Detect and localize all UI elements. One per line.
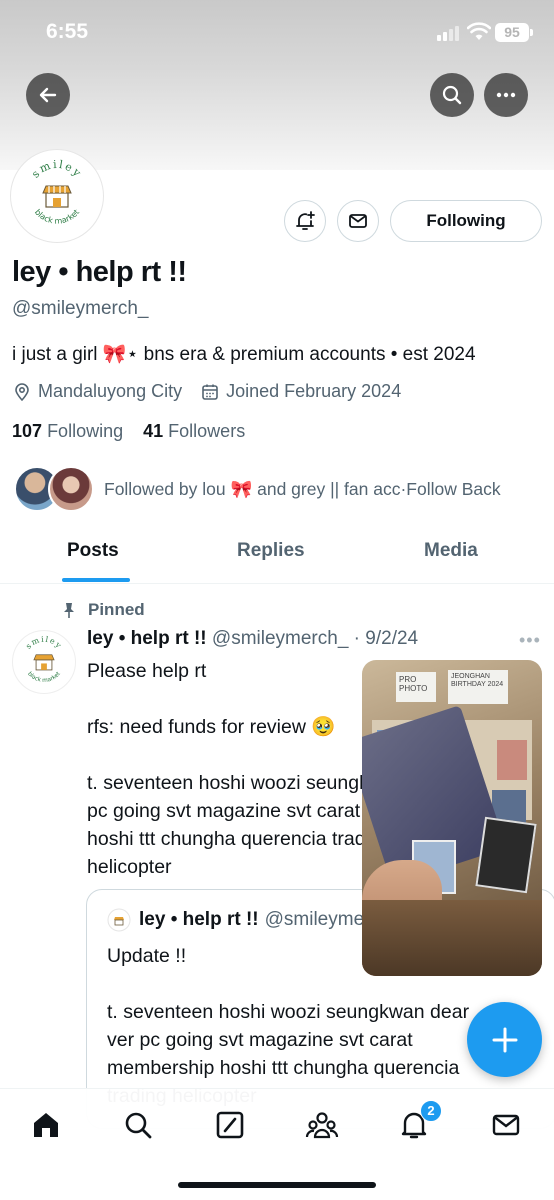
quote-header: ley • help rt !! @smileymerch_ (107, 908, 401, 932)
followed-by-row[interactable]: Followed by lou 🎀 and grey || fan acc·Fo… (14, 466, 501, 512)
search-icon (442, 85, 462, 105)
video-player-pip[interactable]: PRO PHOTO JEONGHAN BIRTHDAY 2024 (362, 660, 542, 976)
profile-tabs: Posts Replies Media (0, 528, 554, 584)
battery-icon: 95 (495, 23, 529, 42)
video-photocard (475, 816, 537, 894)
followers-label: Followers (168, 421, 246, 441)
follow-counts: 107 Following 41 Followers (12, 421, 245, 442)
profile-location: Mandaluyong City (38, 381, 183, 401)
video-card-label: PRO PHOTO (396, 672, 436, 702)
quote-author-name: ley • help rt !! (139, 909, 259, 930)
followers-count: 41 (143, 421, 164, 441)
search-icon (125, 1112, 152, 1139)
profile-joined: Joined February 2024 (226, 381, 402, 401)
profile-bio: i just a girl 🎀⋆ bns era & premium accou… (12, 344, 476, 365)
following-count: 107 (12, 421, 43, 441)
more-options-button[interactable] (484, 73, 528, 117)
profile-meta: Mandaluyong City Joined February 2024 (12, 381, 401, 402)
post-header: ley • help rt !! @smileymerch_ · 9/2/24 (87, 628, 418, 650)
smiley-logo: smiley black market (15, 154, 99, 238)
following-label: Following (47, 421, 124, 441)
wifi-icon (467, 22, 491, 40)
video-photocard (497, 740, 527, 780)
nav-search[interactable] (120, 1107, 156, 1143)
profile-avatar[interactable]: smiley black market (11, 150, 103, 242)
active-tab-indicator (62, 578, 130, 582)
mail-icon (349, 214, 367, 228)
video-card-label: JEONGHAN BIRTHDAY 2024 (448, 670, 508, 704)
more-horizontal-icon (496, 92, 516, 98)
pin-icon (64, 603, 74, 618)
tab-media[interactable]: Media (424, 540, 478, 562)
status-bar: 6:55 95 (0, 0, 554, 66)
followed-by-text: Followed by lou 🎀 and grey || fan acc·Fo… (104, 478, 501, 499)
tab-replies[interactable]: Replies (237, 540, 305, 562)
communities-icon (305, 1112, 339, 1139)
plus-icon (492, 1027, 517, 1052)
bell-plus-icon (296, 211, 315, 230)
follower-avatar (48, 466, 94, 512)
post-more-icon[interactable]: ••• (519, 630, 541, 651)
message-button[interactable] (337, 200, 379, 242)
nav-home[interactable] (28, 1107, 64, 1143)
post-author-handle: @smileymerch_ (211, 628, 349, 649)
video-table (362, 900, 542, 976)
search-button[interactable] (430, 73, 474, 117)
following-button[interactable]: Following (390, 200, 542, 242)
nav-grok[interactable] (212, 1107, 248, 1143)
post-date: · 9/2/24 (353, 628, 419, 649)
tab-posts[interactable]: Posts (67, 540, 119, 562)
post-author-avatar[interactable]: smiley black market (12, 630, 76, 694)
post-author-name[interactable]: ley • help rt !! (87, 628, 207, 649)
notify-button[interactable] (284, 200, 326, 242)
notification-badge: 2 (420, 1100, 442, 1122)
smiley-logo: smiley black market (13, 631, 75, 693)
mail-icon (492, 1114, 520, 1136)
cellular-signal-icon (437, 26, 459, 41)
following-link[interactable]: 107 Following (12, 421, 123, 441)
nav-messages[interactable] (488, 1107, 524, 1143)
location-pin-icon (15, 382, 29, 401)
grok-icon (216, 1111, 244, 1139)
battery-tip (530, 29, 533, 36)
status-time: 6:55 (46, 20, 89, 43)
quote-author-avatar (107, 908, 131, 932)
nav-communities[interactable] (304, 1107, 340, 1143)
pinned-label: Pinned (88, 600, 145, 619)
pinned-label-row: Pinned (58, 600, 145, 620)
profile-handle: @smileymerch_ (12, 298, 149, 319)
home-indicator (178, 1182, 376, 1188)
home-icon (34, 1113, 58, 1137)
calendar-icon (202, 384, 218, 400)
followers-link[interactable]: 41 Followers (143, 421, 245, 441)
arrow-left-icon (39, 87, 57, 103)
profile-display-name: ley • help rt !! (12, 256, 187, 288)
back-button[interactable] (26, 73, 70, 117)
compose-button[interactable] (467, 1002, 542, 1077)
